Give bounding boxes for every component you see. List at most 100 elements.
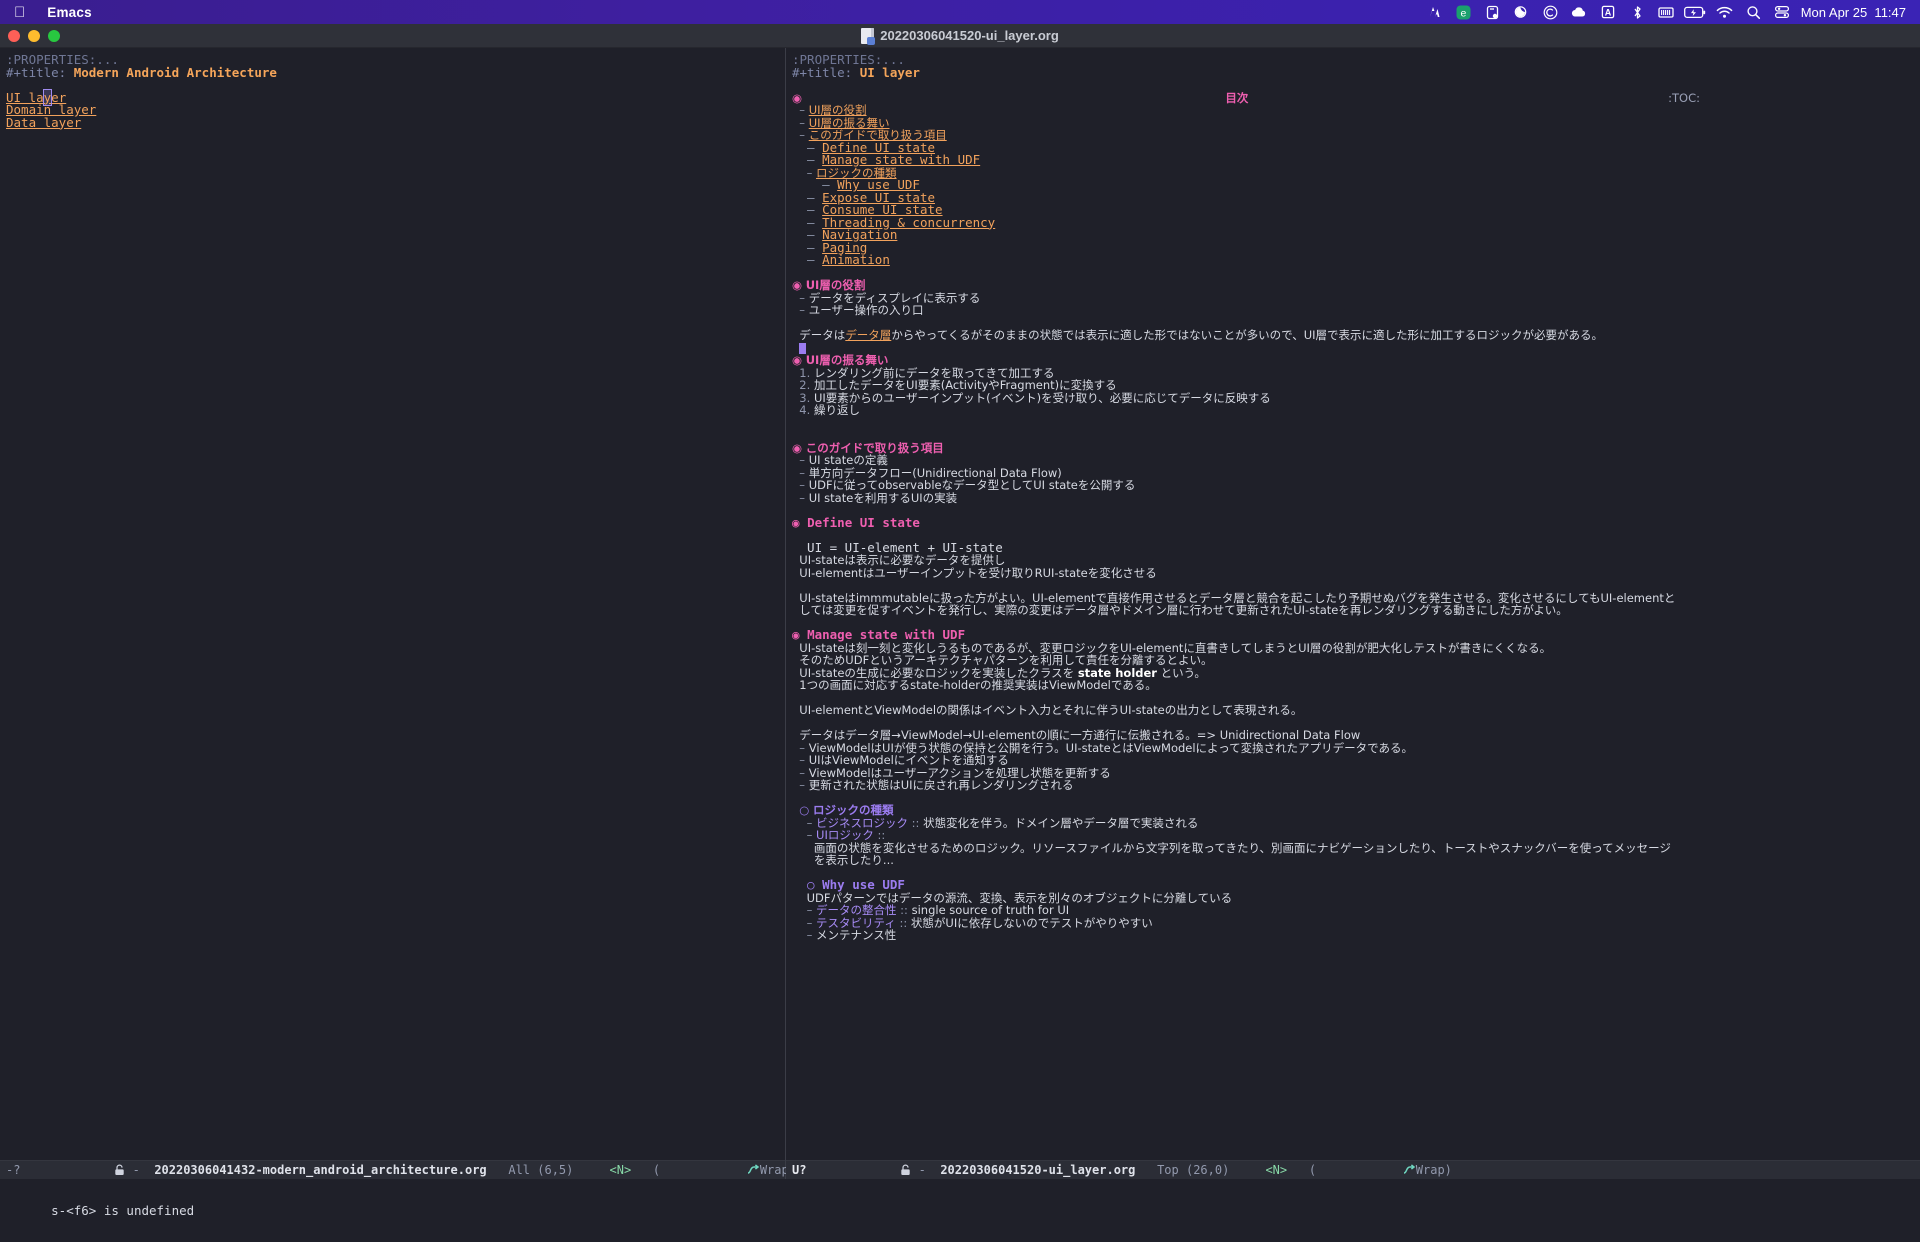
clipboard-icon[interactable] xyxy=(1478,0,1507,24)
menu-bar-tray: e A Mon Apr 25 11:47 xyxy=(1420,0,1920,24)
buffer-line[interactable]: – メンテナンス性 xyxy=(786,929,1920,942)
buffer-line[interactable]: しては変更を促すイベントを発行し、実際の変更はデータ層やドメイン層に行わせて更新… xyxy=(786,604,1920,617)
buffer-line[interactable]: – このガイドで取り扱う項目 xyxy=(786,129,1920,142)
buffer-line[interactable] xyxy=(786,79,1920,92)
left-modeline-minor-label: Wrap xyxy=(759,1162,789,1177)
org-text: 1つの画面に対応するstate-holderの推奨実装はViewModelである… xyxy=(792,678,1157,692)
creative-cloud-icon[interactable] xyxy=(1536,0,1565,24)
org-text: という。 xyxy=(1156,665,1206,680)
right-modeline-buffer-name[interactable]: 20220306041520-ui_layer.org xyxy=(940,1161,1135,1180)
apple-logo-icon[interactable]:  xyxy=(14,5,25,20)
org-text: #+title: xyxy=(792,64,860,80)
buffer-line[interactable]: – ユーザー操作の入り口 xyxy=(786,304,1920,317)
org-text: 状態がUIに依存しないのでテストがやりやすい xyxy=(910,915,1153,930)
left-modeline-lock-icon xyxy=(28,1142,126,1199)
left-modeline-buffer-name[interactable]: 20220306041432-modern_android_architectu… xyxy=(154,1161,486,1180)
buffer-line[interactable]: – Animation xyxy=(786,252,1920,267)
org-text: – xyxy=(792,778,809,792)
left-emacs-window[interactable]: :PROPERTIES:... #+title: Modern Android A… xyxy=(0,48,796,1180)
org-text: 更新された状態はUIに戻され再レンダリングされる xyxy=(808,778,1074,792)
buffer-line[interactable]: Domain layer xyxy=(0,103,785,117)
buffer-line[interactable]: – Navigation xyxy=(786,228,1920,242)
right-modeline-separator: - xyxy=(918,1162,926,1177)
buffer-line[interactable]: – データをディスプレイに表示する xyxy=(786,291,1920,305)
buffer-line[interactable]: – ロジックの種類 xyxy=(786,166,1920,180)
buffer-line[interactable] xyxy=(786,792,1920,805)
buffer-line[interactable]: ◉ このガイドで取り扱う項目 xyxy=(786,441,1920,455)
right-modeline-evil-state: <N> xyxy=(1265,1162,1288,1177)
org-text: ユーザー操作の入り口 xyxy=(808,303,924,317)
buffer-line[interactable]: 4. 繰り返し xyxy=(786,404,1920,417)
buffer-line[interactable]: #+title: Modern Android Architecture xyxy=(0,66,785,80)
buffer-line[interactable] xyxy=(786,417,1920,430)
buffer-line[interactable]: データはデータ層からやってくるがそのままの状態では表示に適した形ではないことが多… xyxy=(786,329,1920,342)
org-text: データは xyxy=(792,328,846,342)
close-window-button[interactable] xyxy=(8,30,20,42)
org-link[interactable]: データ層 xyxy=(845,328,891,342)
buffer-line[interactable]: ◉ 目次:TOC: xyxy=(786,90,1920,105)
org-link[interactable]: Animation xyxy=(822,252,890,267)
right-buffer-text[interactable]: :PROPERTIES:... #+title: UI layer ◉ 目次:TOC… xyxy=(786,48,1920,1160)
buffer-line[interactable]: – テスタビリティ :: 状態がUIに依存しないのでテストがやりやすい xyxy=(786,915,1920,930)
minimize-window-button[interactable] xyxy=(28,30,40,42)
right-modeline-minor-close: ) xyxy=(1444,1162,1452,1177)
org-link[interactable]: Data layer xyxy=(6,115,81,130)
buffer-line[interactable]: – UI層の振る舞い xyxy=(786,116,1920,130)
buffer-line[interactable]: 画面の状態を変化させるためのロジック。リソースファイルから文字列を取ってきたり、… xyxy=(786,841,1920,855)
right-mode-line: U? - 20220306041520-ui_layer.org Top (26… xyxy=(786,1160,1920,1179)
buffer-line[interactable]: 1つの画面に対応するstate-holderの推奨実装はViewModelである… xyxy=(786,679,1920,692)
buffer-line[interactable]: UI-elementとViewModelの関係はイベント入力とそれに伴うUI-s… xyxy=(786,704,1920,717)
control-center-icon[interactable] xyxy=(1768,0,1797,24)
buffer-line[interactable]: :PROPERTIES:... xyxy=(786,53,1920,67)
zoom-window-button[interactable] xyxy=(48,30,60,42)
buffer-line[interactable] xyxy=(786,504,1920,517)
buffer-line[interactable]: Data layer xyxy=(0,115,785,130)
moon-icon[interactable] xyxy=(1507,0,1536,24)
buffer-line[interactable]: – UI stateを利用するUIの実装 xyxy=(786,490,1920,505)
buffer-line[interactable]: を表示したり... xyxy=(786,854,1920,867)
org-heading-1: Define UI state xyxy=(807,514,920,530)
buffer-area: :PROPERTIES:... #+title: Modern Android A… xyxy=(0,48,1920,1218)
evernote-icon[interactable]: e xyxy=(1449,0,1478,24)
buffer-line[interactable]: – 更新された状態はUIに戻され再レンダリングされる xyxy=(786,779,1920,792)
buffer-line[interactable]: UI layer xyxy=(0,88,785,106)
buffer-line[interactable]: ◉ Define UI state xyxy=(786,514,1920,530)
menu-bar-clock[interactable]: Mon Apr 25 11:47 xyxy=(1797,5,1920,20)
right-emacs-window[interactable]: :PROPERTIES:... #+title: UI layer ◉ 目次:TOC… xyxy=(786,48,1920,1179)
buffer-line[interactable]: – UI層の役割 xyxy=(786,104,1920,117)
active-app-name[interactable]: Emacs xyxy=(47,5,92,20)
org-text: UI stateを利用するUIの実装 xyxy=(808,490,958,505)
bluetooth-icon[interactable] xyxy=(1623,0,1652,24)
buffer-line[interactable] xyxy=(786,429,1920,442)
sound-meter-icon[interactable] xyxy=(1420,0,1449,24)
buffer-line[interactable]: – Threading & concurrency xyxy=(786,216,1920,230)
spotlight-search-icon[interactable] xyxy=(1739,0,1768,24)
buffer-line[interactable]: UI-elementはユーザーインプットを受け取りRUI-stateを変化させる xyxy=(786,566,1920,580)
org-text: 4. xyxy=(792,403,814,417)
left-modeline-evil-state: <N> xyxy=(609,1162,632,1177)
right-modeline-position: Top (26,0) xyxy=(1157,1162,1230,1177)
buffer-line[interactable]: – Manage state with UDF xyxy=(786,153,1920,167)
buffer-line[interactable] xyxy=(786,867,1920,880)
buffer-line[interactable] xyxy=(786,342,1920,355)
keyboard-brightness-icon[interactable] xyxy=(1652,0,1681,24)
left-mode-line: -? - 20220306041432-modern_android_archi… xyxy=(0,1160,796,1180)
toc-tag: :TOC: xyxy=(1668,90,1700,105)
left-buffer-text[interactable]: :PROPERTIES:... #+title: Modern Android A… xyxy=(0,48,785,1160)
input-source-icon[interactable]: A xyxy=(1594,0,1623,24)
dropbox-cloud-icon[interactable] xyxy=(1565,0,1594,24)
buffer-line[interactable]: – Expose UI state xyxy=(786,191,1920,205)
left-modeline-flags: -? xyxy=(6,1162,21,1177)
wifi-icon[interactable] xyxy=(1710,0,1739,24)
buffer-line[interactable]: – Paging xyxy=(786,241,1920,255)
battery-icon[interactable] xyxy=(1681,0,1710,24)
right-modeline-minor-open: ( xyxy=(1308,1162,1317,1177)
buffer-line[interactable] xyxy=(0,79,785,92)
window-title: 20220306041520-ui_layer.org xyxy=(861,27,1059,45)
buffer-line[interactable]: – ビジネスロジック :: 状態変化を伴う。ドメイン層やデータ層で実装される xyxy=(786,816,1920,830)
buffer-line[interactable]: – Why use UDF xyxy=(786,178,1920,192)
buffer-line[interactable]: #+title: UI layer xyxy=(786,64,1920,80)
buffer-line[interactable]: 3. UI要素からのユーザーインプット(イベント)を受け取り、必要に応じてデータ… xyxy=(786,391,1920,405)
buffer-line[interactable] xyxy=(786,267,1920,280)
wrap-icon xyxy=(660,1142,760,1199)
